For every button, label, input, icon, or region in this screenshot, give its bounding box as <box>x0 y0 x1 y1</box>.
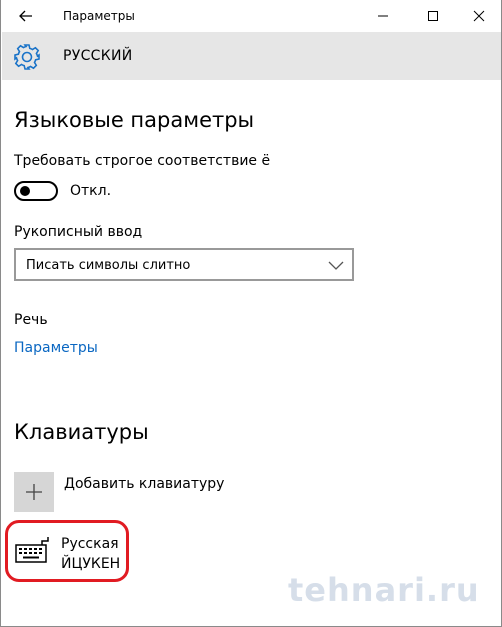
handwriting-select-value: Писать символы слитно <box>26 258 191 273</box>
page-header: РУССКИЙ <box>2 32 501 80</box>
page-title: РУССКИЙ <box>63 48 133 64</box>
toggle-state-label: Откл. <box>70 183 112 199</box>
watermark: tehnari.ru <box>288 571 480 609</box>
maximize-icon <box>428 11 438 21</box>
toggle-knob <box>20 186 30 196</box>
gear-icon <box>14 44 40 70</box>
speech-settings-link[interactable]: Параметры <box>14 340 98 356</box>
add-keyboard-label[interactable]: Добавить клавиатуру <box>64 476 224 492</box>
language-options-heading: Языковые параметры <box>14 108 255 132</box>
close-button[interactable] <box>457 2 501 30</box>
chevron-down-icon <box>328 261 344 270</box>
maximize-button[interactable] <box>411 2 455 30</box>
keyboards-heading: Клавиатуры <box>14 420 149 444</box>
back-button[interactable] <box>11 4 41 28</box>
speech-label: Речь <box>14 312 48 328</box>
strict-match-label: Требовать строгое соответствие ё <box>14 153 271 169</box>
minimize-button[interactable] <box>361 2 405 30</box>
close-icon <box>473 10 485 22</box>
annotation-highlight <box>5 520 129 582</box>
strict-match-toggle[interactable] <box>14 181 58 201</box>
title-bar: Параметры <box>1 0 501 32</box>
window-title: Параметры <box>63 9 135 23</box>
settings-window: Параметры РУССКИЙ Языковые параметры Тре… <box>0 0 502 627</box>
plus-icon <box>26 484 42 500</box>
add-keyboard-button[interactable] <box>14 472 54 512</box>
back-arrow-icon <box>19 10 32 22</box>
handwriting-select[interactable]: Писать символы слитно <box>14 248 354 281</box>
minimize-icon <box>378 15 388 17</box>
handwriting-label: Рукописный ввод <box>14 224 143 240</box>
